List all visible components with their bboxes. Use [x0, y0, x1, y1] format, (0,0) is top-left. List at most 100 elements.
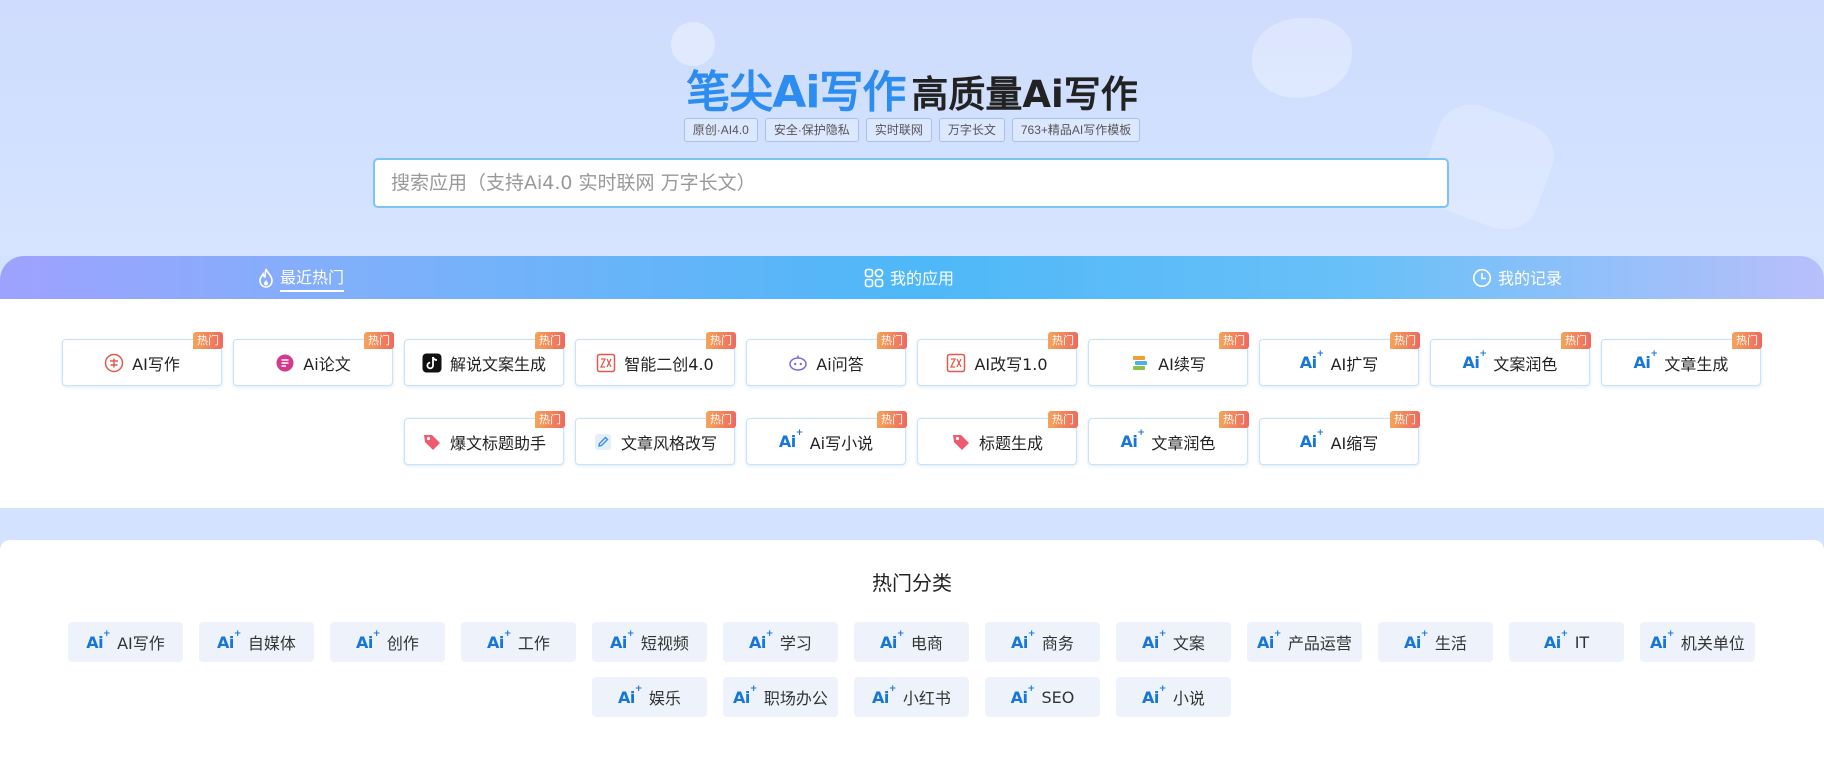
category-chip[interactable]: Ai + 娱乐 — [592, 677, 707, 717]
brand-subtitle: 高质量Ai写作 — [911, 73, 1138, 116]
category-label: IT — [1574, 632, 1590, 652]
hot-badge: 热门 — [706, 411, 736, 428]
app-card-article-generate[interactable]: Ai + 文章生成 热门 — [1601, 332, 1762, 386]
app-card-copy-polish[interactable]: Ai + 文案润色 热门 — [1430, 332, 1591, 386]
app-card-ai-expand[interactable]: Ai + AI扩写 热门 — [1259, 332, 1420, 386]
hot-badge: 热门 — [1048, 332, 1078, 349]
app-card-style-rewrite[interactable]: 文章风格改写 热门 — [575, 411, 736, 465]
app-card-ai-novel[interactable]: Ai + Ai写小说 热门 — [746, 411, 907, 465]
category-chip[interactable]: Ai + 学习 — [723, 622, 838, 662]
ai-spark-icon: Ai + — [217, 628, 241, 652]
tab-label: 我的记录 — [1498, 268, 1563, 288]
app-label: 标题生成 — [978, 433, 1043, 453]
category-chip[interactable]: Ai + 小说 — [1116, 677, 1231, 717]
ai-spark-icon: Ai + — [880, 628, 904, 652]
ai-spark-icon: Ai + — [1010, 683, 1035, 707]
ai-spark-icon: Ai + — [1299, 428, 1324, 451]
app-label: AI续写 — [1158, 354, 1206, 374]
paper-circle-icon — [275, 353, 295, 373]
app-card-ai-qa[interactable]: Ai问答 热门 — [746, 332, 907, 386]
category-label: 生活 — [1434, 634, 1467, 653]
category-chip[interactable]: Ai + 自媒体 — [199, 622, 314, 662]
category-chip[interactable]: Ai + 生活 — [1378, 622, 1493, 662]
category-chip[interactable]: Ai + 小红书 — [854, 677, 969, 717]
category-chip[interactable]: Ai + 机关单位 — [1640, 622, 1755, 662]
ai-spark-icon: Ai + — [618, 683, 642, 707]
category-label: 职场办公 — [763, 689, 828, 708]
app-label: 解说文案生成 — [449, 354, 546, 374]
ai-spark-icon: Ai + — [1633, 349, 1658, 372]
app-label: Ai论文 — [303, 354, 351, 374]
app-label: 文章生成 — [1664, 354, 1729, 374]
tab-label: 最近热门 — [280, 264, 345, 292]
feature-tags: 原创·AI4.0 安全·保护隐私 实时联网 万字长文 763+精品AI写作模板 — [0, 118, 1824, 142]
app-label: AI改写1.0 — [974, 354, 1048, 374]
hero-section: 笔尖Ai写作 高质量Ai写作 原创·AI4.0 安全·保护隐私 实时联网 万字长… — [0, 0, 1824, 256]
ai-spark-icon: Ai + — [1142, 683, 1166, 707]
app-label: 爆文标题助手 — [449, 433, 546, 453]
app-card-ai-rewrite[interactable]: AI改写1.0 热门 — [917, 332, 1078, 386]
category-label: 电商 — [910, 634, 943, 653]
hot-badge: 热门 — [1732, 332, 1762, 349]
app-label: AI缩写 — [1330, 433, 1379, 453]
app-label: 文案润色 — [1493, 354, 1558, 374]
app-card-ai-continue[interactable]: AI续写 热门 — [1088, 332, 1249, 386]
tab-my-apps[interactable]: 我的应用 — [864, 256, 954, 299]
edit-square-icon — [593, 432, 613, 452]
app-card-viral-title[interactable]: 爆文标题助手 热门 — [404, 411, 565, 465]
app-label: AI扩写 — [1330, 354, 1379, 374]
category-chip[interactable]: Ai + 产品运营 — [1247, 622, 1362, 662]
ai-spark-icon: Ai + — [778, 428, 803, 451]
category-label: 小说 — [1172, 689, 1205, 708]
ai-spark-icon: Ai + — [1257, 628, 1281, 652]
ai-spark-icon: Ai + — [1650, 628, 1674, 652]
tab-my-records[interactable]: 我的记录 — [1472, 256, 1562, 299]
app-card-smart-recreate[interactable]: 智能二创4.0 热门 — [575, 332, 736, 386]
app-label: 文章润色 — [1151, 433, 1216, 453]
feature-tag: 原创·AI4.0 — [683, 118, 758, 142]
app-card-ai-writing[interactable]: AI写作 热门 — [62, 332, 223, 386]
category-chip[interactable]: Ai + AI写作 — [68, 622, 183, 662]
rewrite-box-icon — [946, 353, 966, 373]
hot-badge: 热门 — [1048, 411, 1078, 428]
category-chip[interactable]: Ai + 职场办公 — [723, 677, 838, 717]
rewrite-box-icon — [596, 353, 616, 373]
app-label: AI写作 — [132, 354, 180, 374]
tag-icon — [422, 432, 442, 452]
category-chip[interactable]: Ai + 商务 — [985, 622, 1100, 662]
ai-spark-icon: Ai + — [1120, 428, 1145, 451]
tab-recent-hot[interactable]: 最近热门 — [258, 256, 345, 299]
category-label: 产品运营 — [1287, 634, 1352, 653]
feature-tag: 万字长文 — [938, 118, 1005, 142]
category-chip[interactable]: Ai + 工作 — [461, 622, 576, 662]
category-label: 自媒体 — [247, 634, 296, 653]
flame-icon — [259, 268, 273, 288]
category-chip[interactable]: Ai + IT — [1509, 622, 1624, 662]
hot-badge: 热门 — [706, 332, 736, 349]
category-chip[interactable]: Ai + 文案 — [1116, 622, 1231, 662]
app-card-ai-condense[interactable]: Ai + AI缩写 热门 — [1259, 411, 1420, 465]
search-box — [373, 158, 1449, 208]
ai-spark-icon: Ai + — [86, 628, 111, 652]
app-label: 智能二创4.0 — [624, 354, 714, 374]
ai-spark-icon: Ai + — [1299, 349, 1324, 372]
hot-badge: 热门 — [1390, 332, 1420, 349]
hot-badge: 热门 — [535, 411, 565, 428]
tag-icon — [951, 432, 971, 452]
section-title: 热门分类 — [872, 571, 952, 595]
hot-badge: 热门 — [364, 332, 394, 349]
ai-spark-icon: Ai + — [1543, 628, 1568, 652]
category-chip[interactable]: Ai + 短视频 — [592, 622, 707, 662]
app-card-narration-copy[interactable]: 解说文案生成 热门 — [404, 332, 565, 386]
app-card-article-polish[interactable]: Ai + 文章润色 热门 — [1088, 411, 1249, 465]
category-chip[interactable]: Ai + 电商 — [854, 622, 969, 662]
app-card-title-generate[interactable]: 标题生成 热门 — [917, 411, 1078, 465]
chat-robot-icon — [788, 353, 808, 373]
search-input[interactable] — [391, 160, 1447, 206]
ai-spark-icon: Ai + — [733, 683, 757, 707]
app-card-ai-paper[interactable]: Ai论文 热门 — [233, 332, 394, 386]
hot-badge: 热门 — [1390, 411, 1420, 428]
category-chip[interactable]: Ai + SEO — [985, 677, 1100, 717]
category-chip[interactable]: Ai + 创作 — [330, 622, 445, 662]
ai-spark-icon: Ai + — [749, 628, 773, 652]
